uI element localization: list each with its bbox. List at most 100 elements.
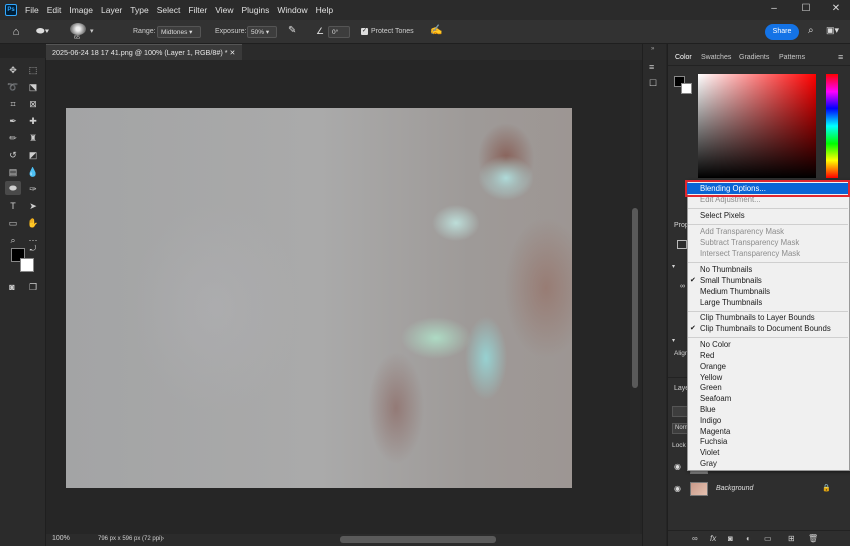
menu-layer[interactable]: Layer [97, 0, 126, 20]
menu-edit[interactable]: Edit [43, 0, 66, 20]
collapse-transform-icon[interactable]: ▾ [672, 263, 675, 270]
history-brush-tool-icon[interactable]: ↺ [6, 148, 20, 162]
delete-layer-icon[interactable]: 🗑 [808, 534, 818, 543]
object-select-tool-icon[interactable]: ⬔ [26, 80, 40, 94]
link-layers-icon[interactable]: ∞ [692, 534, 698, 543]
blend-mode-select[interactable]: Norm [672, 423, 690, 434]
comments-panel-icon[interactable]: ☐ [649, 78, 657, 89]
zoom-tool-icon[interactable]: ⌕ [6, 233, 20, 247]
eraser-tool-icon[interactable]: ◩ [26, 148, 40, 162]
adjustment-layer-icon[interactable]: ◐ [746, 534, 751, 543]
menu-file[interactable]: File [21, 0, 43, 20]
maximize-icon[interactable]: ☐ [790, 0, 822, 20]
hue-slider[interactable] [826, 74, 838, 178]
tab-color[interactable]: Color [675, 54, 692, 61]
menu-item-magenta[interactable]: Magenta [700, 427, 730, 437]
menu-plugins[interactable]: Plugins [237, 0, 273, 20]
screen-mode-icon[interactable]: ❐ [26, 280, 40, 294]
share-button[interactable]: Share [765, 24, 799, 40]
dodge-tool-icon[interactable]: ⬬▾ [36, 25, 54, 39]
tab-gradients[interactable]: Gradients [739, 54, 769, 61]
pressure-icon[interactable]: ✍ [430, 25, 442, 36]
color-saturation-field[interactable] [698, 74, 816, 178]
marquee-tool-icon[interactable]: ⬚ [26, 63, 40, 77]
group-folder-icon[interactable]: ▭ [764, 534, 772, 543]
close-icon[interactable]: ✕ [820, 0, 850, 20]
minimize-icon[interactable]: – [758, 0, 790, 20]
exposure-input[interactable]: 50% ▾ [247, 26, 277, 38]
menu-item-large-thumbnails[interactable]: Large Thumbnails [700, 298, 762, 308]
status-chevron-icon[interactable]: › [162, 536, 164, 542]
document-tab[interactable]: 2025-06-24 18 17 41.png @ 100% (Layer 1,… [46, 44, 242, 60]
menu-item-red[interactable]: Red [700, 351, 714, 361]
menu-item-add-transparency-mask[interactable]: Add Transparency Mask [700, 227, 784, 237]
menu-help[interactable]: Help [312, 0, 337, 20]
fx-icon[interactable]: fx [710, 534, 716, 543]
menu-filter[interactable]: Filter [184, 0, 211, 20]
collapse-align-icon[interactable]: ▾ [672, 337, 675, 344]
properties-panel-icon[interactable]: ≡ [649, 62, 654, 72]
lasso-tool-icon[interactable]: ➰ [6, 80, 20, 94]
new-layer-icon[interactable]: ⊞ [788, 534, 795, 543]
tab-patterns[interactable]: Patterns [779, 54, 805, 61]
horizontal-scrollbar-thumb[interactable] [340, 536, 496, 543]
tab-close-icon[interactable]: ✕ [230, 48, 236, 57]
menu-item-subtract-transparency-mask[interactable]: Subtract Transparency Mask [700, 238, 799, 248]
menu-item-seafoam[interactable]: Seafoam [700, 394, 731, 404]
pen-tool-icon[interactable]: ✑ [26, 182, 40, 196]
menu-item-gray[interactable]: Gray [700, 459, 717, 469]
add-mask-icon[interactable]: ◙ [728, 534, 733, 543]
vertical-scrollbar-thumb[interactable] [632, 208, 638, 388]
rectangle-tool-icon[interactable]: ▭ [6, 216, 20, 230]
menu-view[interactable]: View [211, 0, 237, 20]
menu-select[interactable]: Select [153, 0, 185, 20]
healing-brush-tool-icon[interactable]: ✚ [26, 114, 40, 128]
move-tool-icon[interactable]: ✥ [6, 63, 20, 77]
chevron-down-icon[interactable]: ▾ [90, 27, 94, 35]
panel-menu-icon[interactable]: ≡ [838, 52, 843, 62]
home-icon[interactable]: ⌂ [8, 25, 24, 39]
menu-item-intersect-transparency-mask[interactable]: Intersect Transparency Mask [700, 249, 800, 259]
link-icon[interactable]: ∞ [680, 283, 685, 290]
menu-item-clip-layer-bounds[interactable]: Clip Thumbnails to Layer Bounds [700, 313, 815, 323]
quick-mask-icon[interactable]: ◙ [5, 280, 19, 294]
blur-tool-icon[interactable]: 💧 [26, 165, 40, 179]
menu-item-indigo[interactable]: Indigo [700, 416, 721, 426]
menu-item-fuchsia[interactable]: Fuchsia [700, 437, 727, 447]
menu-item-no-thumbnails[interactable]: No Thumbnails [700, 265, 752, 275]
type-tool-icon[interactable]: T [6, 199, 20, 213]
background-color-swatch[interactable] [20, 258, 34, 272]
menu-type[interactable]: Type [126, 0, 152, 20]
menu-item-blue[interactable]: Blue [700, 405, 716, 415]
layer-row-background[interactable]: ◉ Background 🔒 [668, 480, 850, 498]
panel-background-swatch[interactable] [681, 83, 692, 94]
menu-window[interactable]: Window [273, 0, 311, 20]
eyedropper-tool-icon[interactable]: ✒ [6, 114, 20, 128]
workspace-icon[interactable]: ▣▾ [826, 25, 839, 36]
dodge-tool-active-icon[interactable]: ⬬ [5, 181, 21, 195]
brush-preview-icon[interactable] [70, 23, 86, 35]
angle-input[interactable]: 0° [328, 26, 350, 38]
menu-item-violet[interactable]: Violet [700, 448, 719, 458]
swap-colors-icon[interactable]: ⤾ [28, 244, 38, 254]
blurred-image-canvas[interactable] [66, 108, 572, 488]
brush-tool-icon[interactable]: ✏ [6, 131, 20, 145]
gradient-tool-icon[interactable]: ▤ [6, 165, 20, 179]
crop-tool-icon[interactable]: ⌗ [6, 97, 20, 111]
range-select[interactable]: Midtones ▾ [157, 26, 201, 38]
frame-tool-icon[interactable]: ⊠ [26, 97, 40, 111]
tab-swatches[interactable]: Swatches [701, 54, 731, 61]
menu-item-green[interactable]: Green [700, 383, 722, 393]
menu-item-orange[interactable]: Orange [700, 362, 726, 372]
menu-item-small-thumbnails[interactable]: Small Thumbnails [700, 276, 762, 286]
menu-item-select-pixels[interactable]: Select Pixels [700, 211, 745, 221]
menu-item-no-color[interactable]: No Color [700, 340, 731, 350]
zoom-level[interactable]: 100% [52, 535, 70, 542]
layer-filter-search-icon[interactable] [672, 406, 688, 417]
hand-tool-icon[interactable]: ✋ [26, 216, 40, 230]
path-select-tool-icon[interactable]: ➤ [26, 199, 40, 213]
protect-tones-checkbox[interactable]: ✓ [361, 28, 368, 35]
menu-item-yellow[interactable]: Yellow [700, 373, 722, 383]
menu-image[interactable]: Image [65, 0, 97, 20]
menu-item-clip-document-bounds[interactable]: Clip Thumbnails to Document Bounds [700, 324, 831, 334]
